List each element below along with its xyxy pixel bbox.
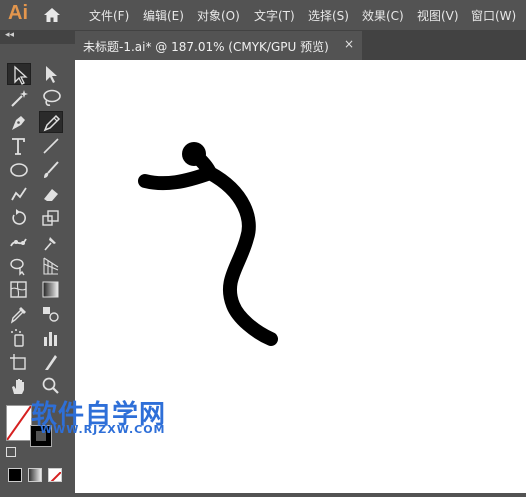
- close-icon[interactable]: ×: [344, 37, 354, 51]
- line-segment-tool-icon[interactable]: [39, 135, 63, 157]
- menu-effect[interactable]: 效果(C): [362, 7, 404, 24]
- selection-tool-icon[interactable]: [7, 63, 31, 85]
- menu-edit[interactable]: 编辑(E): [143, 7, 184, 24]
- slice-tool-icon[interactable]: [39, 351, 63, 373]
- default-colors-icon[interactable]: [6, 447, 16, 457]
- pin-tool-icon[interactable]: [39, 231, 63, 253]
- blend-tool-icon[interactable]: [39, 303, 63, 325]
- stroke-hook: [187, 147, 217, 180]
- menu-bar: Ai 文件(F) 编辑(E) 对象(O) 文字(T) 选择(S) 效果(C) 视…: [0, 0, 526, 30]
- document-tab-label: 未标题-1.ai* @ 187.01% (CMYK/GPU 预览): [83, 40, 329, 54]
- symbol-sprayer-tool-icon[interactable]: [7, 327, 31, 349]
- perspective-grid-tool-icon[interactable]: [39, 255, 63, 277]
- lasso-tool-icon[interactable]: [39, 87, 63, 109]
- paintbrush-tool-icon[interactable]: [39, 159, 63, 181]
- menu-window[interactable]: 窗口(W): [471, 7, 516, 24]
- artboard-tool-icon[interactable]: [7, 351, 31, 373]
- eraser-tool-icon[interactable]: [39, 183, 63, 205]
- shaper-tool-icon[interactable]: [7, 183, 31, 205]
- none-button[interactable]: [48, 468, 62, 482]
- direct-selection-tool-icon[interactable]: [39, 63, 63, 85]
- shape-builder-tool-icon[interactable]: [7, 255, 31, 277]
- puppet-warp-tool-icon[interactable]: [7, 231, 31, 253]
- color-button[interactable]: [8, 468, 22, 482]
- eyedropper-tool-icon[interactable]: [7, 303, 31, 325]
- watermark-url: WWW.RJZXW.COM: [40, 423, 166, 436]
- pen-tool-icon[interactable]: [7, 111, 31, 133]
- magic-wand-tool-icon[interactable]: [7, 87, 31, 109]
- menu-file[interactable]: 文件(F): [89, 7, 129, 24]
- scale-tool-icon[interactable]: [39, 207, 63, 229]
- tools-panel-header: ◂◂: [0, 30, 75, 44]
- pencil-tool-icon[interactable]: [39, 111, 63, 133]
- ellipse-tool-icon[interactable]: [7, 159, 31, 181]
- document-tab[interactable]: 未标题-1.ai* @ 187.01% (CMYK/GPU 预览) ×: [75, 31, 362, 60]
- column-graph-tool-icon[interactable]: [39, 327, 63, 349]
- rotate-tool-icon[interactable]: [7, 207, 31, 229]
- menu-object[interactable]: 对象(O): [197, 7, 240, 24]
- hand-tool-icon[interactable]: [7, 375, 31, 397]
- fill-swatch[interactable]: [6, 405, 32, 441]
- type-tool-icon[interactable]: [7, 135, 31, 157]
- home-icon[interactable]: [43, 7, 61, 23]
- collapse-icon[interactable]: ◂◂: [5, 30, 14, 40]
- menu-select[interactable]: 选择(S): [308, 7, 349, 24]
- menu-view[interactable]: 视图(V): [417, 7, 459, 24]
- drawn-stroke-path[interactable]: [138, 166, 278, 346]
- gradient-button[interactable]: [28, 468, 42, 482]
- app-logo: Ai: [8, 2, 28, 24]
- mesh-tool-icon[interactable]: [7, 279, 31, 301]
- menu-type[interactable]: 文字(T): [254, 7, 295, 24]
- gradient-tool-icon[interactable]: [39, 279, 63, 301]
